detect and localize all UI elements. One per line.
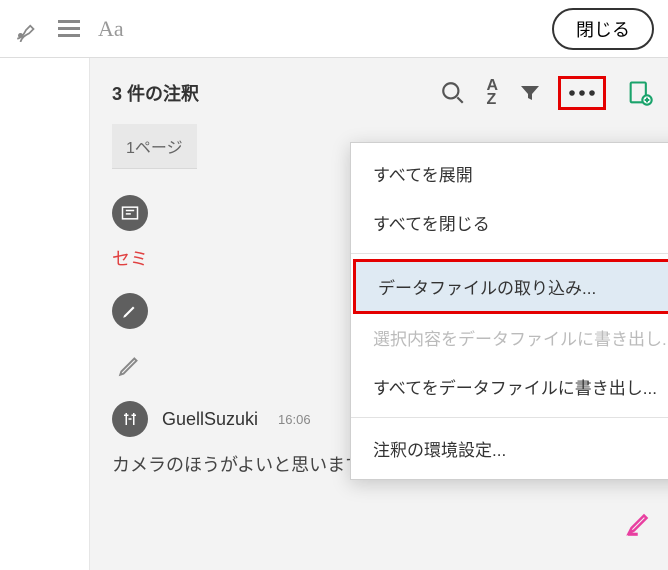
menu-expand-all[interactable]: すべてを展開	[351, 149, 668, 198]
menu-import-data-label: データファイルの取り込み...	[378, 279, 596, 298]
panel-title: 3 件の注釈	[112, 80, 199, 106]
close-button[interactable]: 閉じる	[552, 8, 654, 50]
replace-text-icon	[112, 401, 148, 437]
sort-icon[interactable]: AZ	[486, 79, 498, 108]
font-tool[interactable]: Aa	[98, 16, 124, 42]
ink-pen-icon[interactable]	[14, 16, 40, 42]
pencil-annotation-icon	[112, 293, 148, 329]
menu-icon[interactable]	[58, 20, 80, 37]
menu-collapse-all[interactable]: すべてを閉じる	[351, 198, 668, 247]
comment-time: 16:06	[278, 412, 311, 427]
page-comment-icon[interactable]	[626, 79, 654, 107]
highlight-icon[interactable]	[624, 508, 654, 543]
more-options-menu: すべてを展開 すべてを閉じる データファイルの取り込み... 選択内容をデータフ…	[350, 142, 668, 480]
menu-import-data[interactable]: データファイルの取り込み...	[353, 259, 668, 314]
top-toolbar: Aa 閉じる	[0, 0, 668, 58]
more-options-button[interactable]	[558, 76, 606, 110]
search-icon[interactable]	[440, 80, 466, 106]
menu-preferences[interactable]: 注釈の環境設定...	[351, 424, 668, 473]
page-label: 1ページ	[112, 124, 197, 169]
pencil-outline-icon	[112, 347, 148, 383]
textbox-annotation-icon	[112, 195, 148, 231]
filter-icon[interactable]	[518, 81, 542, 105]
comment-author: GuellSuzuki	[162, 409, 258, 430]
left-sidebar	[0, 58, 90, 570]
menu-export-selected: 選択内容をデータファイルに書き出し...	[351, 313, 668, 362]
menu-export-all[interactable]: すべてをデータファイルに書き出し...	[351, 362, 668, 411]
comments-pane: 3 件の注釈 AZ	[90, 58, 668, 570]
